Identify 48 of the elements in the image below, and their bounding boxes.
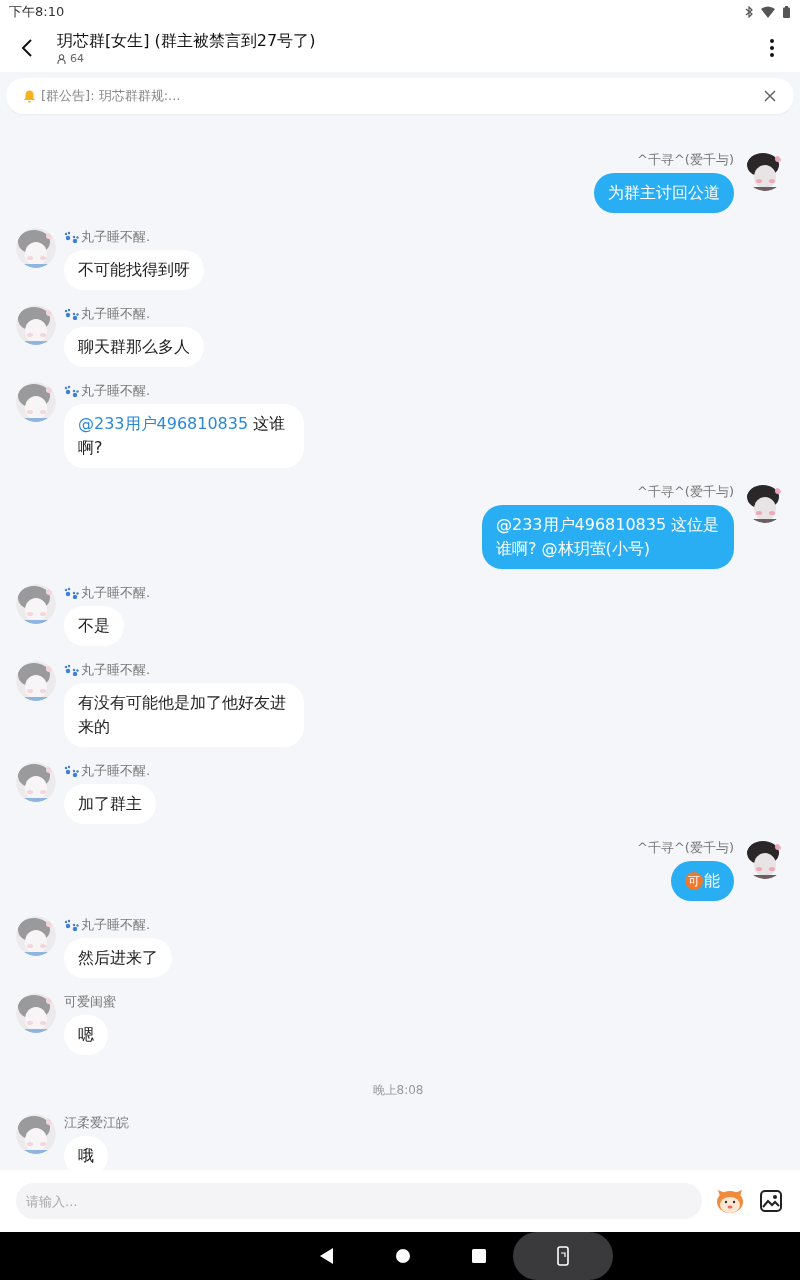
sender-name: 丸子睡不醒. <box>81 228 151 246</box>
message-bubble: @233用户496810835 这谁啊? <box>64 404 304 468</box>
message-bubble: 哦 <box>64 1136 108 1170</box>
message-input[interactable]: 请输入... <box>16 1183 702 1219</box>
sender-name: ^千寻^(爱千与) <box>637 839 734 857</box>
close-icon[interactable] <box>764 90 776 102</box>
chat-title: 玥芯群[女生] (群主被禁言到27号了) <box>57 31 317 51</box>
sender-name: 江柔爱江皖 <box>64 1114 129 1132</box>
message-bubble: @233用户496810835 这位是谁啊? @林玥萤(小号) <box>482 505 734 569</box>
recents-icon[interactable] <box>471 1249 486 1263</box>
sender-name: 丸子睡不醒. <box>81 916 151 934</box>
notice-bar[interactable]: [群公告]: 玥芯群群规:... <box>6 78 794 114</box>
image-icon[interactable] <box>760 1190 782 1212</box>
sender-name: 丸子睡不醒. <box>81 584 151 602</box>
member-count: 64 <box>70 52 84 65</box>
person-icon <box>57 53 66 64</box>
sender-name: 丸子睡不醒. <box>81 661 151 679</box>
clock: 下午8:10 <box>9 3 65 21</box>
notice-text: [群公告]: 玥芯群群规:... <box>41 87 182 105</box>
phone-icon <box>556 1246 569 1266</box>
message-bubble: 为群主讨回公道 <box>594 173 734 213</box>
message-bubble: 不是 <box>64 606 124 646</box>
message-bubble: 然后进来了 <box>64 938 172 978</box>
sender-name: 丸子睡不醒. <box>81 762 151 780</box>
wifi-icon <box>761 6 775 18</box>
emoji-badge: 可 <box>685 872 703 890</box>
timestamp: 晚上8:08 <box>372 1082 424 1099</box>
message-bubble: 不可能找得到呀 <box>64 250 204 290</box>
emoji-icon[interactable] <box>716 1188 744 1214</box>
back-icon[interactable] <box>319 1248 334 1264</box>
sender-name: 丸子睡不醒. <box>81 305 151 323</box>
more-icon[interactable] <box>770 39 774 57</box>
rotate-button[interactable] <box>512 1232 613 1280</box>
message-bubble: 有没有可能他是加了他好友进来的 <box>64 683 304 747</box>
sender-name: ^千寻^(爱千与) <box>637 483 734 501</box>
sender-name: 可爱闺蜜 <box>64 993 116 1011</box>
sender-name: 丸子睡不醒. <box>81 382 151 400</box>
message-bubble: 加了群主 <box>64 784 156 824</box>
mention-link[interactable]: @233用户496810835 <box>78 414 249 433</box>
bell-icon <box>23 89 36 103</box>
message-bubble: 聊天群那么多人 <box>64 327 204 367</box>
bluetooth-icon <box>745 6 753 18</box>
sender-name: ^千寻^(爱千与) <box>637 151 734 169</box>
back-icon[interactable] <box>21 39 33 57</box>
message-bubble: 嗯 <box>64 1015 108 1055</box>
message-bubble: 可 能 <box>671 861 734 901</box>
home-icon[interactable] <box>395 1249 410 1263</box>
battery-icon <box>783 6 790 18</box>
